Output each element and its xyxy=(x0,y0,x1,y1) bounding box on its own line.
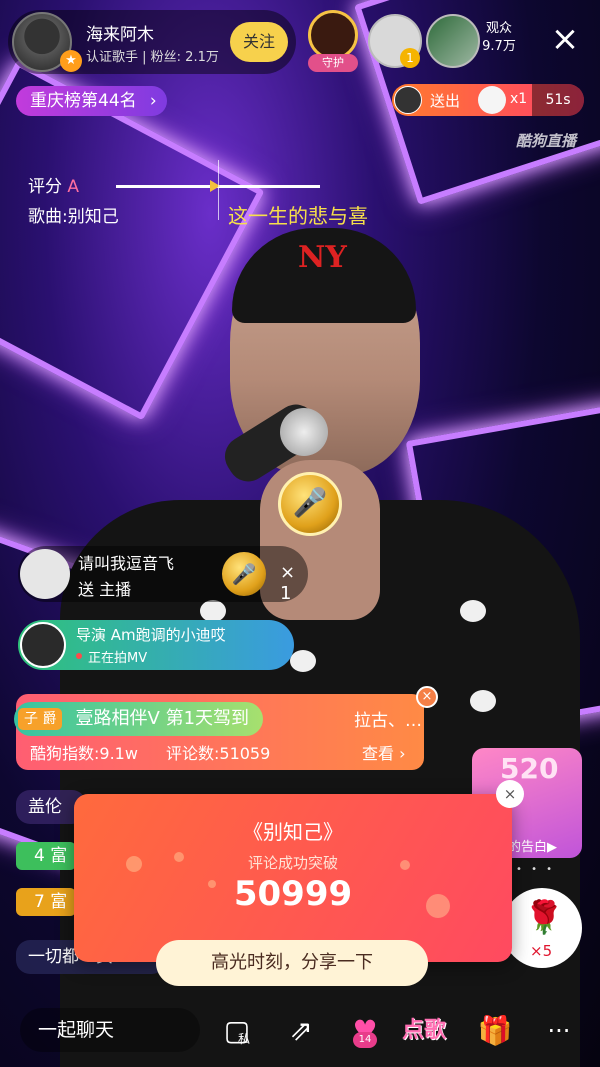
score-title: 评分 xyxy=(28,177,62,197)
sender-avatar xyxy=(394,86,422,114)
audience-label: 观众 xyxy=(485,21,512,36)
song-name: 歌曲:别知己 xyxy=(28,207,119,227)
gift-banner-count: x1 xyxy=(510,91,528,107)
close-icon[interactable]: × xyxy=(416,686,438,708)
score-label: 评分 A xyxy=(28,172,79,197)
gift-banner-text: 送出 xyxy=(430,92,461,110)
private-message-icon[interactable]: ▢ xyxy=(214,1008,260,1054)
close-icon[interactable]: × xyxy=(496,780,524,808)
milestone-modal: 《别知己》 评论成功突破 50999 xyxy=(74,794,512,962)
chat-input[interactable]: 一起聊天 xyxy=(20,1008,200,1052)
guard-label: 守护 xyxy=(308,54,358,72)
mv-title: 导演 Am跑调的小迪哎 xyxy=(76,626,226,644)
gift-timer: 51s xyxy=(532,84,584,116)
recording-dot-icon xyxy=(76,653,82,659)
follow-button[interactable]: 关注 xyxy=(230,22,288,62)
bottom-toolbar: 一起聊天 ▢ 私 ⇗ ♥ 14 点歌 🎁 ··· xyxy=(0,1000,600,1067)
share-icon[interactable]: ⇗ xyxy=(278,1008,324,1054)
mv-status: 正在拍MV xyxy=(88,651,148,666)
user-joined-banner: 子 爵 壹路相伴V 第1天驾到 xyxy=(14,702,264,736)
request-song-button[interactable]: 点歌 xyxy=(402,1012,446,1044)
host-subtitle: 认证歌手 | 粉丝: 2.1万 xyxy=(86,50,219,65)
private-label: 私 xyxy=(238,1032,251,1046)
audience-count[interactable]: 观众 9.7万 xyxy=(476,20,522,56)
user-avatar[interactable] xyxy=(20,549,70,599)
cap-logo: NY xyxy=(298,240,347,275)
rose-gift-button[interactable]: 🌹 ×5 xyxy=(502,888,582,968)
shirt-print xyxy=(290,650,316,672)
chevron-right-icon: › xyxy=(149,91,157,111)
share-button[interactable]: 高光时刻，分享一下 xyxy=(156,940,428,986)
gift-banner[interactable]: 送出 x1 51s xyxy=(392,84,584,116)
chat-message: 7 富 xyxy=(16,888,76,916)
shirt-print xyxy=(200,600,226,622)
gift-message: 请叫我逗音飞 送 主播 🎤 × 1 xyxy=(18,546,308,604)
more-icon[interactable]: ··· xyxy=(536,1008,582,1054)
host-name: 海来阿木 xyxy=(86,25,154,45)
mv-director-pill[interactable]: 导演 Am跑调的小迪哎 正在拍MV xyxy=(18,620,294,670)
guard-button[interactable]: 守护 xyxy=(304,8,362,72)
viewer-rank-badge: 1 xyxy=(400,48,420,68)
shirt-print xyxy=(470,690,496,712)
director-avatar xyxy=(20,622,66,668)
modal-song-title: 《别知己》 xyxy=(243,820,343,844)
guard-sofa-icon xyxy=(308,10,358,60)
gift-icon xyxy=(478,86,506,114)
viewer-avatar[interactable] xyxy=(426,14,480,68)
kugou-index: 酷狗指数:9.1w xyxy=(30,744,138,763)
promo-footer: 的告白▶ xyxy=(508,840,557,855)
gift-action: 送 主播 xyxy=(78,580,132,599)
golden-mic-icon: 🎤 xyxy=(222,552,266,596)
audience-number: 9.7万 xyxy=(482,39,516,54)
golden-mic-icon[interactable]: 🎤 xyxy=(278,472,342,536)
rank-tag: 子 爵 xyxy=(18,708,63,730)
song-card-text: 拉古、… xyxy=(354,711,422,731)
carousel-dots: • • • xyxy=(516,864,556,875)
heart-badge: 14 xyxy=(353,1032,377,1048)
view-link[interactable]: 查看 › xyxy=(362,740,406,764)
microphone-head xyxy=(280,408,328,456)
verified-label: 认证歌手 xyxy=(86,50,139,65)
comment-count: 评论数:51059 xyxy=(166,744,271,763)
joined-text: 壹路相伴V 第1天驾到 xyxy=(75,708,250,729)
sender-name: 请叫我逗音飞 xyxy=(78,554,175,573)
current-lyric: 这一生的悲与喜 xyxy=(228,204,368,228)
rank-label: 重庆榜第44名 xyxy=(30,91,137,111)
watermark-logo: 酷狗直播 xyxy=(516,132,577,150)
shirt-print xyxy=(460,600,486,622)
pitch-divider xyxy=(218,160,219,220)
verified-star-icon: ★ xyxy=(60,50,82,72)
fans-count: 粉丝: 2.1万 xyxy=(150,50,219,65)
score-value: A xyxy=(67,177,80,197)
rose-count: ×5 xyxy=(530,942,553,960)
close-icon[interactable]: × xyxy=(548,22,582,56)
rose-icon: 🌹 xyxy=(524,898,564,936)
rank-pill[interactable]: 重庆榜第44名 › xyxy=(16,86,167,116)
modal-subtitle: 评论成功突破 xyxy=(247,854,338,872)
gift-count: × 1 xyxy=(280,562,296,604)
chat-message: 4 富 xyxy=(16,842,76,870)
milestone-number: 50999 xyxy=(233,874,353,914)
gift-box-icon[interactable]: 🎁 xyxy=(472,1008,518,1054)
